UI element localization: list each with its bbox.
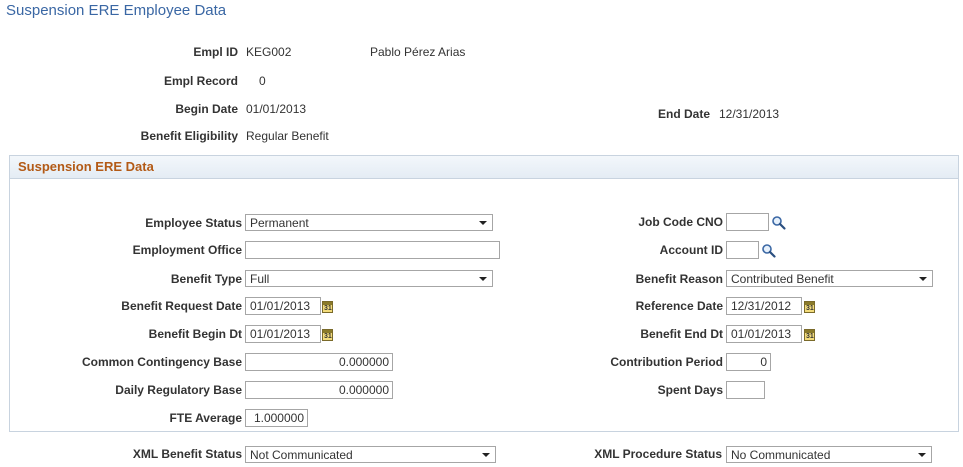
magnifier-icon[interactable] xyxy=(771,215,787,231)
chevron-down-icon xyxy=(482,453,490,457)
section-header: Suspension ERE Data xyxy=(10,156,958,179)
benefit-eligibility-label: Benefit Eligibility xyxy=(140,129,238,143)
section-title: Suspension ERE Data xyxy=(18,159,154,174)
xml-procedure-status-select[interactable]: No Communicated xyxy=(726,446,932,463)
contribution-period-label: Contribution Period xyxy=(610,355,723,369)
benefit-type-select[interactable]: Full xyxy=(245,270,493,287)
begin-date-value: 01/01/2013 xyxy=(246,102,307,116)
xml-procedure-status-label: XML Procedure Status xyxy=(594,447,722,461)
common-contingency-base-label: Common Contingency Base xyxy=(81,355,242,369)
calendar-day: 31 xyxy=(324,333,332,340)
daily-regulatory-base-input[interactable]: 0.000000 xyxy=(245,381,393,399)
calendar-day: 31 xyxy=(324,305,332,312)
fte-average-label: FTE Average xyxy=(169,411,242,425)
benefit-type-value: Full xyxy=(250,272,270,286)
chevron-down-icon xyxy=(479,221,487,225)
benefit-eligibility-value: Regular Benefit xyxy=(246,129,329,143)
reference-date-input[interactable]: 12/31/2012 xyxy=(726,297,802,315)
magnifier-icon[interactable] xyxy=(761,243,777,259)
benefit-begin-dt-input[interactable]: 01/01/2013 xyxy=(245,325,321,343)
chevron-down-icon xyxy=(479,277,487,281)
common-contingency-base-input[interactable]: 0.000000 xyxy=(245,353,393,371)
employee-status-label: Employee Status xyxy=(145,216,242,230)
empl-record-label: Empl Record xyxy=(163,74,238,88)
xml-benefit-status-label: XML Benefit Status xyxy=(132,447,242,461)
spent-days-label: Spent Days xyxy=(657,383,723,397)
account-id-label: Account ID xyxy=(659,243,723,257)
benefit-begin-dt-label: Benefit Begin Dt xyxy=(148,327,242,341)
job-code-cno-input[interactable] xyxy=(726,213,769,231)
benefit-type-label: Benefit Type xyxy=(170,272,242,286)
reference-date-label: Reference Date xyxy=(635,299,723,313)
empl-id-label: Empl ID xyxy=(193,45,238,59)
benefit-request-date-input[interactable]: 01/01/2013 xyxy=(245,297,321,315)
account-id-input[interactable] xyxy=(726,241,759,259)
calendar-icon[interactable]: 31 xyxy=(804,329,815,341)
spent-days-input[interactable] xyxy=(726,381,765,399)
benefit-reason-value: Contributed Benefit xyxy=(731,272,834,286)
empl-id-value: KEG002 xyxy=(246,45,292,59)
calendar-icon[interactable]: 31 xyxy=(322,301,333,313)
benefit-reason-label: Benefit Reason xyxy=(635,272,723,286)
xml-benefit-status-select[interactable]: Not Communicated xyxy=(245,446,496,463)
employment-office-label: Employment Office xyxy=(132,243,242,257)
benefit-reason-select[interactable]: Contributed Benefit xyxy=(726,270,933,287)
chevron-down-icon xyxy=(918,453,926,457)
end-date-value: 12/31/2013 xyxy=(719,107,780,121)
employment-office-input[interactable] xyxy=(245,241,500,259)
benefit-request-date-label: Benefit Request Date xyxy=(121,299,242,313)
contribution-period-input[interactable]: 0 xyxy=(726,353,771,371)
job-code-cno-label: Job Code CNO xyxy=(638,215,723,229)
chevron-down-icon xyxy=(919,277,927,281)
calendar-day: 31 xyxy=(806,305,814,312)
calendar-icon[interactable]: 31 xyxy=(322,329,333,341)
benefit-end-dt-input[interactable]: 01/01/2013 xyxy=(726,325,802,343)
fte-average-input[interactable]: 1.000000 xyxy=(245,409,308,427)
xml-benefit-status-value: Not Communicated xyxy=(250,448,353,462)
end-date-label: End Date xyxy=(657,107,710,121)
empl-record-value: 0 xyxy=(259,74,266,88)
employee-name: Pablo Pérez Arias xyxy=(370,45,466,59)
daily-regulatory-base-label: Daily Regulatory Base xyxy=(115,383,242,397)
calendar-icon[interactable]: 31 xyxy=(804,301,815,313)
employee-status-value: Permanent xyxy=(250,216,309,230)
xml-procedure-status-value: No Communicated xyxy=(731,448,831,462)
benefit-end-dt-label: Benefit End Dt xyxy=(640,327,723,341)
begin-date-label: Begin Date xyxy=(175,102,238,116)
calendar-day: 31 xyxy=(806,333,814,340)
employee-status-select[interactable]: Permanent xyxy=(245,214,493,231)
page-title: Suspension ERE Employee Data xyxy=(6,2,227,19)
